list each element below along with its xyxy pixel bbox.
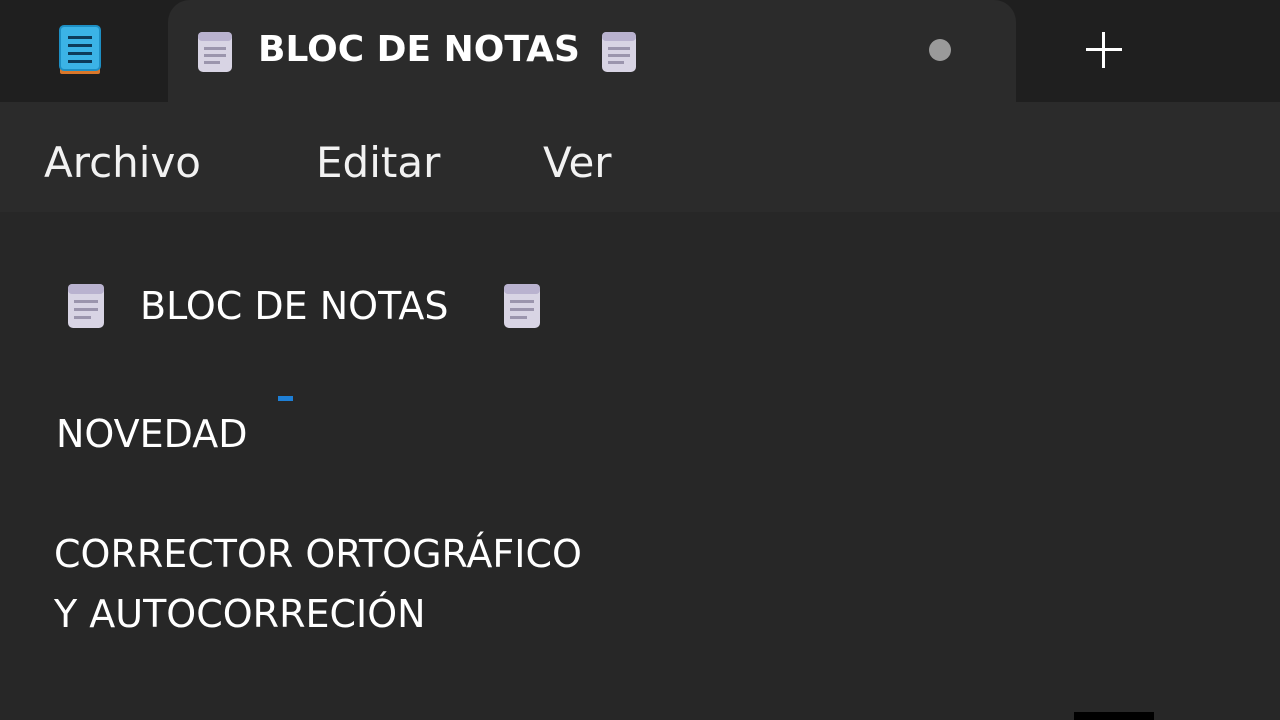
menu-archivo[interactable]: Archivo: [44, 136, 201, 190]
page-icon: [68, 284, 104, 328]
document-line: CORRECTOR ORTOGRÁFICO: [54, 532, 582, 576]
page-icon: [602, 32, 636, 72]
unsaved-dot-icon[interactable]: [929, 39, 951, 61]
notepad-icon[interactable]: [58, 24, 102, 76]
document-line: NOVEDAD: [56, 412, 248, 456]
document-heading: BLOC DE NOTAS: [140, 284, 449, 328]
corner-mark: [1074, 712, 1154, 720]
text-caret: [278, 396, 293, 401]
page-icon: [504, 284, 540, 328]
menu-editar[interactable]: Editar: [316, 136, 440, 190]
page-icon: [198, 32, 232, 72]
plus-icon[interactable]: [1078, 24, 1130, 76]
menu-ver[interactable]: Ver: [543, 136, 612, 190]
title-bar: BLOC DE NOTAS: [0, 0, 1280, 102]
text-editor[interactable]: BLOC DE NOTAS NOVEDAD CORRECTOR ORTOGRÁF…: [0, 212, 1280, 720]
tab-title[interactable]: BLOC DE NOTAS: [258, 26, 580, 74]
document-line: Y AUTOCORRECIÓN: [54, 592, 426, 636]
menu-bar: Archivo Editar Ver: [0, 102, 1280, 212]
